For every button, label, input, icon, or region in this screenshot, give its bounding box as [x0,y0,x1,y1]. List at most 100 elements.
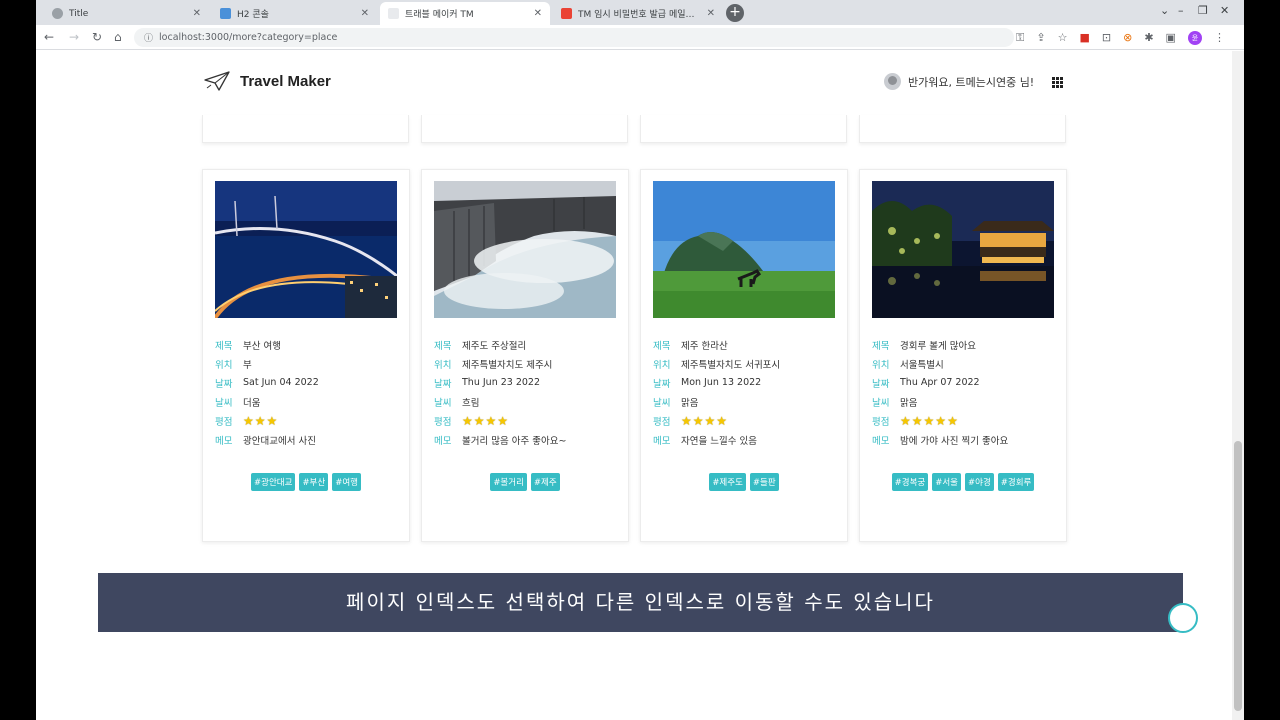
home-icon[interactable]: ⌂ [114,30,122,44]
star-icon: ★ [704,413,716,428]
tag-badge[interactable]: #경회루 [997,473,1035,491]
close-icon[interactable]: ✕ [707,8,715,19]
field-rating: 평점 ★ ★ ★ [215,413,278,428]
star-icon: ★ [462,413,473,428]
field-location: 위치 제주특별자치도 서귀포시 [653,359,781,371]
share-icon[interactable]: ⇪ [1036,31,1045,45]
close-icon[interactable]: ✕ [361,8,369,19]
tab-gmail[interactable]: TM 임시 비밀번호 발급 메일입니다 ✕ [553,2,723,25]
place-card[interactable]: 제목 제주 한라산 위치 제주특별자치도 서귀포시 날짜 Mon Jun 13 202… [640,169,848,542]
field-date: 날짜 Sat Jun 04 2022 [215,377,319,390]
key-icon[interactable]: ⚿ [1016,31,1024,45]
rating-stars: ★ ★ ★ ★ [681,415,727,427]
card-fields: 제목 제주 한라산 위치 제주특별자치도 서귀포시 날짜 Mon Jun 13 202… [653,335,843,449]
forward-icon[interactable]: → [69,30,79,44]
tag-badge[interactable]: #제주 [530,473,560,491]
field-location: 위치 부 [215,359,252,371]
scroll-to-top-button[interactable] [1168,603,1198,633]
star-icon: ★ [935,413,947,428]
tag-badge[interactable]: #경복궁 [891,473,929,491]
close-icon[interactable]: ✕ [534,8,542,19]
browser-window: Title ✕ H2 콘솔 ✕ 트래블 메이커 TM ✕ TM 임시 비밀번호 … [36,0,1244,720]
field-title: 제목 제주 한라산 [653,340,728,352]
menu-dots-icon[interactable]: ⋮ [1214,31,1225,45]
tag-badge[interactable]: #들판 [749,473,779,491]
field-rating: 평점 ★ ★ ★ ★ [653,413,728,428]
field-location: 위치 제주특별자치도 제주시 [434,359,553,371]
rating-stars: ★ ★ ★ [243,415,277,427]
scrollbar-thumb[interactable] [1234,441,1242,711]
tab-h2-console[interactable]: H2 콘솔 ✕ [212,2,377,25]
card-fields: 제목 경회루 볼게 많아요 위치 서울특별시 날짜 Thu Apr 07 2022 날… [872,335,1062,449]
tag-badge[interactable]: #야경 [965,473,994,491]
tab-title[interactable]: Title ✕ [44,2,209,25]
tag-badge[interactable]: #볼거리 [490,473,527,491]
gmail-icon [561,8,572,19]
tag-list: #볼거리 #제주 [422,473,628,491]
caption-text: 페이지 인덱스도 선택하여 다른 인덱스로 이동할 수도 있습니다 [346,590,935,614]
field-date: 날짜 Mon Jun 13 2022 [653,377,762,390]
minimize-icon[interactable]: ⌄ [1160,4,1169,17]
card-image-coastal-cliffs [434,181,616,318]
extension-icon[interactable]: ⊡ [1102,31,1111,45]
card-bottom-edge [421,115,628,143]
back-icon[interactable]: ← [44,30,54,44]
tag-badge[interactable]: #서울 [932,473,961,491]
globe-icon [220,8,231,19]
caption-overlay: 페이지 인덱스도 선택하여 다른 인덱스로 이동할 수도 있습니다 [98,573,1183,632]
card-image-grassland-mountain [653,181,835,318]
reload-icon[interactable]: ↻ [92,30,102,44]
place-card[interactable]: 제목 경회루 볼게 많아요 위치 서울특별시 날짜 Thu Apr 07 2022 날… [859,169,1067,542]
close-window-icon[interactable]: ✕ [1220,4,1229,17]
tag-list: #경복궁 #서울 #야경 #경회루 [860,473,1066,491]
sidebar-icon[interactable]: ▣ [1166,31,1176,45]
grid-menu-icon[interactable] [1052,77,1063,88]
card-bottom-edge [202,115,409,143]
tab-bar: Title ✕ H2 콘솔 ✕ 트래블 메이커 TM ✕ TM 임시 비밀번호 … [36,0,1244,25]
paper-plane-icon [204,71,230,91]
close-icon[interactable]: ✕ [193,8,201,19]
tag-list: #광안대교 #부산 #여행 [203,473,409,491]
tag-badge[interactable]: #여행 [332,473,361,491]
star-icon: ★ [681,413,692,428]
logo[interactable]: Travel Maker [204,71,331,91]
card-fields: 제목 제주도 주상절리 위치 제주특별자치도 제주시 날짜 Thu Jun 23 20… [434,335,624,449]
user-greeting[interactable]: 반가워요, 트메는시연중 님! [884,73,1034,90]
extension-icon[interactable]: ■ [1079,31,1089,45]
star-icon: ★ [947,413,958,428]
url-text: localhost:3000/more?category=place [159,32,338,43]
puzzle-icon[interactable]: ✱ [1144,31,1153,45]
previous-row-cards [36,115,1244,143]
card-image-night-bridge [215,181,397,318]
toolbar-icons: ⚿ ⇪ ☆ ■ ⊡ ⊗ ✱ ▣ 윤 ⋮ [1016,31,1225,45]
place-card[interactable]: 제목 부산 여행 위치 부 날짜 Sat Jun 04 2022 날씨 더움 평점 ★ ★ ★… [202,169,410,542]
tag-badge[interactable]: #제주도 [709,473,746,491]
scrollbar[interactable] [1232,51,1244,720]
field-date: 날짜 Thu Jun 23 2022 [434,377,541,390]
rating-stars: ★ ★ ★ ★ ★ [900,415,958,427]
field-weather: 날씨 맑음 [653,397,699,409]
new-tab-button[interactable]: + [726,4,744,22]
address-bar[interactable]: ⓘ localhost:3000/more?category=place [134,28,1014,47]
card-image-palace-night [872,181,1054,318]
bookmark-star-icon[interactable]: ☆ [1058,31,1068,45]
star-icon: ★ [485,413,497,428]
star-icon: ★ [692,413,704,428]
field-location: 위치 서울특별시 [872,359,944,371]
profile-avatar[interactable]: 윤 [1187,31,1202,45]
tab-travel-maker[interactable]: 트래블 메이커 TM ✕ [380,2,550,25]
extension-icon[interactable]: ⊗ [1123,31,1132,45]
browser-toolbar: ← → ↻ ⌂ ⓘ localhost:3000/more?category=p… [36,25,1244,50]
maximize-icon[interactable]: ❐ [1198,4,1208,17]
field-memo: 메모 볼거리 많음 아주 좋아요~ [434,435,567,447]
tag-badge[interactable]: #광안대교 [251,473,296,491]
info-icon[interactable]: ⓘ [144,31,153,44]
star-icon: ★ [497,413,509,428]
star-icon: ★ [900,413,911,428]
field-title: 제목 제주도 주상절리 [434,340,527,352]
place-card[interactable]: 제목 제주도 주상절리 위치 제주특별자치도 제주시 날짜 Thu Jun 23 20… [421,169,629,542]
field-memo: 메모 자연을 느낄수 있음 [653,435,757,447]
star-icon: ★ [243,413,254,428]
tag-badge[interactable]: #부산 [299,473,329,491]
minimize-window-icon[interactable]: – [1178,4,1184,17]
